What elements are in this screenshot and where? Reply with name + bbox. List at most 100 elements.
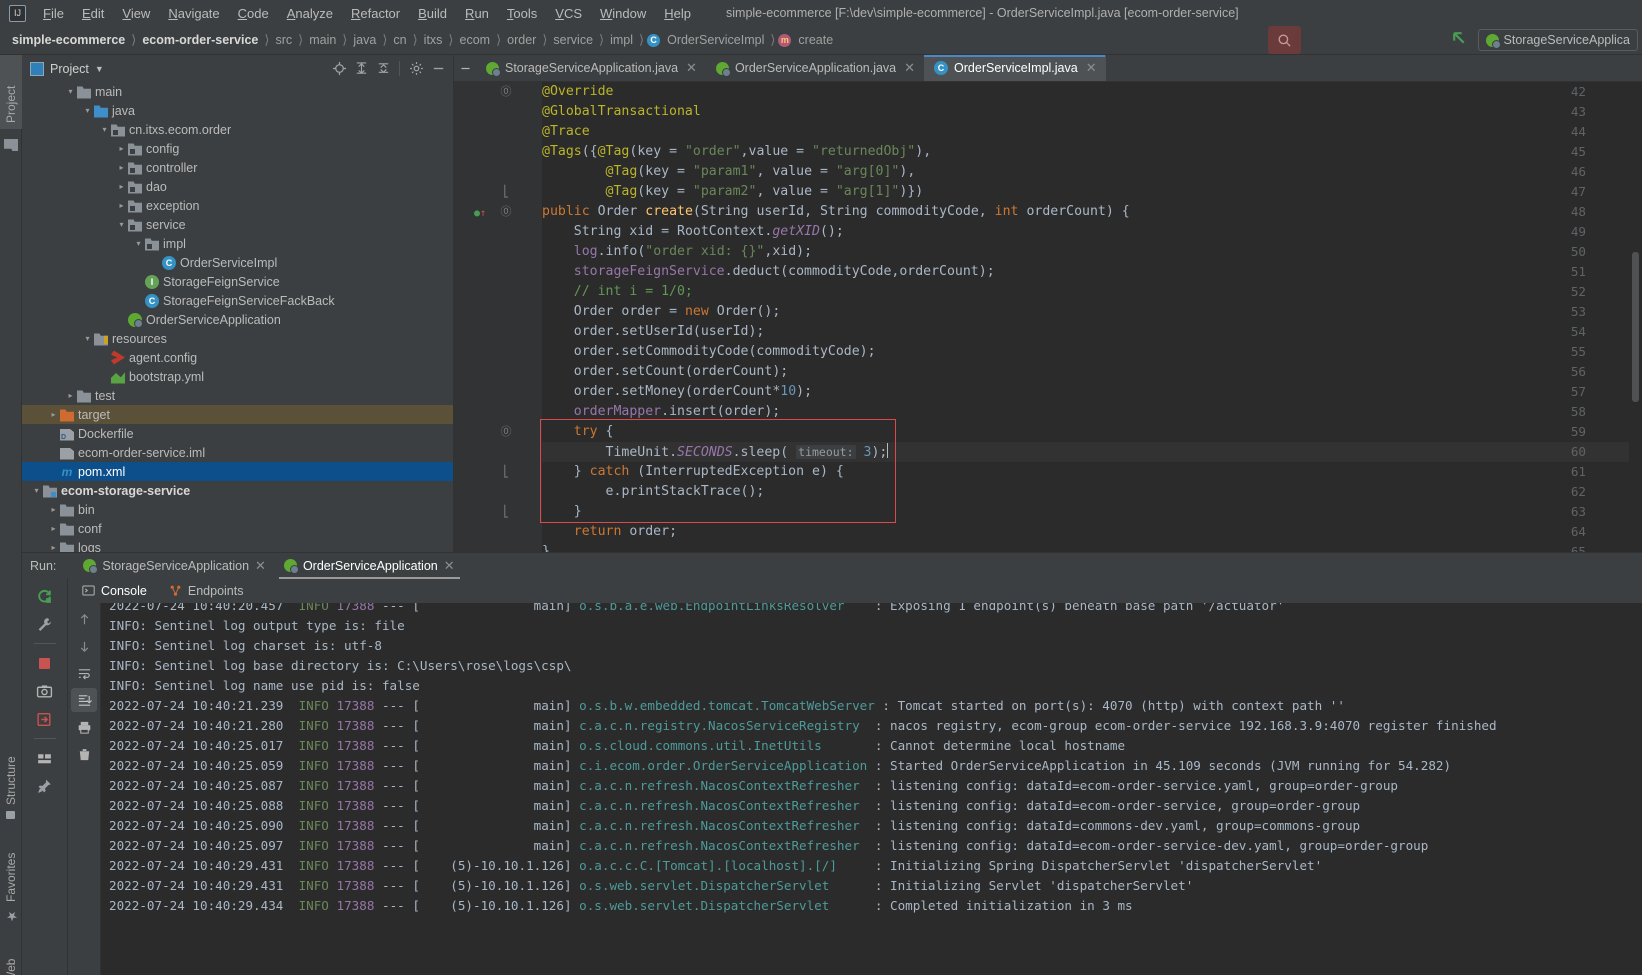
scroll-down-button[interactable] — [71, 634, 97, 658]
code-line[interactable]: } catch (InterruptedException e) { — [542, 462, 844, 482]
locate-icon[interactable] — [328, 58, 350, 80]
code-line[interactable]: String xid = RootContext.getXID(); — [542, 222, 844, 242]
menu-item-build[interactable]: Build — [409, 3, 456, 24]
code-fold-toggle[interactable]: ⓪ — [500, 202, 512, 222]
editor-tab-orderserviceimpl-java[interactable]: C OrderServiceImpl.java ✕ — [924, 55, 1106, 81]
menu-item-window[interactable]: Window — [591, 3, 655, 24]
sidebar-item-project[interactable]: Project — [0, 55, 22, 129]
tree-node-controller[interactable]: ▸ controller — [22, 158, 453, 177]
editor-tab-storageserviceapplication-java[interactable]: StorageServiceApplication.java ✕ — [476, 55, 706, 81]
chevron-right-icon[interactable]: ▸ — [115, 182, 128, 191]
chevron-down-icon[interactable]: ▾ — [132, 239, 145, 248]
tree-node-pom-xml[interactable]: m pom.xml — [22, 462, 453, 481]
chevron-right-icon[interactable]: ▸ — [64, 391, 77, 400]
console-tab-console[interactable]: Console — [78, 582, 151, 600]
rerun-button[interactable] — [32, 584, 58, 608]
code-line[interactable]: storageFeignService.deduct(commodityCode… — [542, 262, 995, 282]
clear-all-button[interactable] — [71, 742, 97, 766]
code-fold-toggle[interactable]: ⓪ — [500, 82, 512, 102]
code-line[interactable]: // int i = 1/0; — [542, 282, 693, 302]
tree-node-conf[interactable]: ▸ conf — [22, 519, 453, 538]
close-icon[interactable]: ✕ — [686, 60, 697, 76]
soft-wrap-button[interactable] — [71, 661, 97, 685]
menu-item-code[interactable]: Code — [229, 3, 278, 24]
tree-node-dao[interactable]: ▸ dao — [22, 177, 453, 196]
project-file-tree[interactable]: ▾ main ▾ java ▾ cn.itxs.ecom.order ▸ config ▸ con… — [22, 82, 453, 552]
chevron-down-icon[interactable]: ▾ — [81, 334, 94, 343]
code-fold-toggle[interactable]: ⓪ — [500, 422, 512, 442]
code-line[interactable]: @Tags({@Tag(key = "order",value = "retur… — [542, 142, 931, 162]
tree-node-storagefeignservicefackback[interactable]: C StorageFeignServiceFackBack — [22, 291, 453, 310]
breadcrumb-item-src[interactable]: src ⟩ — [272, 31, 306, 49]
layout-settings-button[interactable] — [32, 746, 58, 770]
chevron-right-icon[interactable]: ▸ — [115, 163, 128, 172]
breadcrumb-item-java[interactable]: java ⟩ — [350, 31, 390, 49]
breadcrumb-item-simple-ecommerce[interactable]: simple-ecommerce ⟩ — [9, 31, 139, 49]
close-icon[interactable]: ✕ — [255, 558, 266, 574]
hide-panel-icon[interactable] — [427, 58, 449, 80]
expand-all-icon[interactable] — [350, 58, 372, 80]
tree-node-impl[interactable]: ▾ impl — [22, 234, 453, 253]
sidebar-item-favorites[interactable]: ★ Favorites — [0, 835, 22, 929]
hide-navbar-icon[interactable] — [1451, 30, 1468, 50]
code-line[interactable]: } — [542, 502, 582, 522]
run-configuration-selector[interactable]: StorageServiceApplica — [1477, 29, 1638, 51]
code-line[interactable]: order.setMoney(orderCount*10); — [542, 382, 812, 402]
sidebar-item-structure[interactable]: Structure — [0, 735, 22, 825]
menu-item-run[interactable]: Run — [456, 3, 498, 24]
breadcrumb-item-orderserviceimpl[interactable]: C OrderServiceImpl ⟩ — [647, 31, 778, 49]
chevron-down-icon[interactable]: ▾ — [115, 220, 128, 229]
editor-vertical-scrollbar[interactable] — [1629, 82, 1642, 552]
breadcrumb-item-itxs[interactable]: itxs ⟩ — [421, 31, 457, 49]
code-line[interactable]: return order; — [542, 522, 677, 542]
menu-item-edit[interactable]: Edit — [73, 3, 113, 24]
code-line[interactable]: TimeUnit.SECONDS.sleep( timeout: 3); — [542, 442, 889, 463]
chevron-down-icon[interactable]: ▾ — [64, 87, 77, 96]
code-editor[interactable]: 42 ⓪ @Override 43 @GlobalTransactional 44 @Tra… — [454, 82, 1642, 552]
code-line[interactable]: @Tag(key = "param1", value = "arg[0]"), — [542, 162, 916, 182]
menu-item-view[interactable]: View — [113, 3, 159, 24]
tree-node-storagefeignservice[interactable]: I StorageFeignService — [22, 272, 453, 291]
code-fold-end[interactable]: ⎣ — [500, 182, 512, 202]
scrollbar-thumb[interactable] — [1632, 252, 1639, 402]
chevron-right-icon[interactable]: ▸ — [115, 201, 128, 210]
stop-button[interactable] — [32, 651, 58, 675]
tree-node-ecom-order-service-iml[interactable]: ecom-order-service.iml — [22, 443, 453, 462]
chevron-right-icon[interactable]: ▸ — [115, 144, 128, 153]
breadcrumb-item-ecom[interactable]: ecom ⟩ — [457, 31, 505, 49]
editor-tabs-minimize-icon[interactable] — [454, 55, 476, 81]
menu-item-vcs[interactable]: VCS — [546, 3, 591, 24]
breadcrumb-item-service[interactable]: service ⟩ — [550, 31, 607, 49]
tree-node-resources[interactable]: ▾ resources — [22, 329, 453, 348]
scroll-to-end-button[interactable] — [71, 688, 97, 712]
collapse-all-icon[interactable] — [372, 58, 394, 80]
close-icon[interactable]: ✕ — [1086, 60, 1097, 76]
breadcrumb-item-cn[interactable]: cn ⟩ — [390, 31, 420, 49]
code-line[interactable]: @Override — [542, 82, 613, 102]
code-fold-end[interactable]: ⎣ — [500, 502, 512, 522]
menu-item-refactor[interactable]: Refactor — [342, 3, 409, 24]
chevron-right-icon[interactable]: ▸ — [47, 543, 60, 552]
code-line[interactable]: e.printStackTrace(); — [542, 482, 765, 502]
console-output[interactable]: 2022-07-24 10:40:20.457 INFO 17388 --- [… — [100, 603, 1642, 975]
search-everywhere-button[interactable] — [1267, 26, 1301, 54]
close-icon[interactable]: ✕ — [904, 60, 915, 76]
menu-item-help[interactable]: Help — [655, 3, 700, 24]
tree-node-config[interactable]: ▸ config — [22, 139, 453, 158]
menu-item-navigate[interactable]: Navigate — [159, 3, 228, 24]
menu-item-tools[interactable]: Tools — [498, 3, 546, 24]
scroll-up-button[interactable] — [71, 607, 97, 631]
breadcrumb-item-ecom-order-service[interactable]: ecom-order-service ⟩ — [139, 31, 272, 49]
tree-node-java[interactable]: ▾ java — [22, 101, 453, 120]
tree-node-main[interactable]: ▾ main — [22, 82, 453, 101]
override-method-icon[interactable]: ●↑ — [474, 204, 486, 224]
code-line[interactable]: order.setCommodityCode(commodityCode); — [542, 342, 876, 362]
code-line[interactable]: order.setUserId(userId); — [542, 322, 765, 342]
breadcrumb-item-order[interactable]: order ⟩ — [504, 31, 550, 49]
menu-item-analyze[interactable]: Analyze — [278, 3, 342, 24]
breadcrumb-item-create[interactable]: m create — [778, 31, 836, 49]
code-line[interactable]: Order order = new Order(); — [542, 302, 781, 322]
editor-gutter[interactable] — [454, 82, 542, 552]
gear-icon[interactable] — [405, 58, 427, 80]
code-line[interactable]: public Order create(String userId, Strin… — [542, 202, 1130, 222]
